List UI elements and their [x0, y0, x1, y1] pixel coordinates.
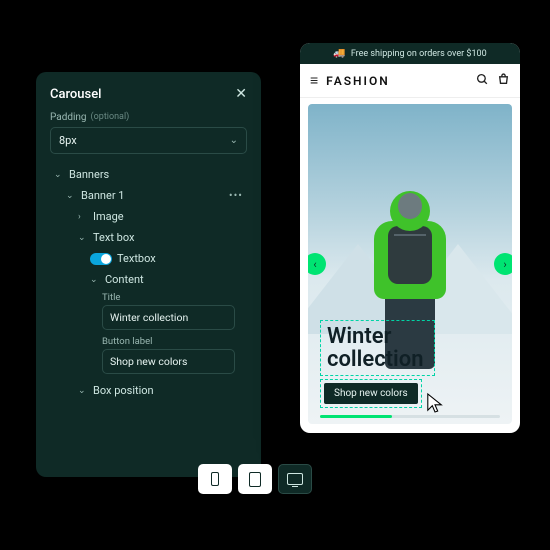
chevron-down-icon: ⌄ — [90, 275, 100, 285]
tree-label: Text box — [93, 231, 134, 244]
tree-label: Content — [105, 273, 144, 286]
padding-label: Padding (optional) — [50, 112, 247, 123]
tree-label: Image — [93, 210, 124, 223]
button-label-input[interactable]: Shop new colors — [102, 349, 235, 374]
phone-icon — [211, 472, 219, 486]
padding-label-text: Padding — [50, 112, 87, 123]
device-tablet-button[interactable] — [238, 464, 272, 494]
tree-label: Banners — [69, 168, 109, 181]
truck-icon: 🚚 — [333, 48, 345, 59]
panel-header: Carousel ✕ — [50, 86, 247, 102]
tree-text-box[interactable]: ⌄ Text box — [50, 227, 247, 248]
device-desktop-button[interactable] — [278, 464, 312, 494]
button-label-field-label: Button label — [102, 336, 247, 347]
tree-label: Textbox — [117, 252, 156, 265]
chevron-down-icon: ⌄ — [78, 386, 88, 396]
mobile-preview: 🚚 Free shipping on orders over $100 ≡ FA… — [300, 43, 520, 433]
tablet-icon — [249, 472, 261, 487]
device-mobile-button[interactable] — [198, 464, 232, 494]
carousel-progress — [320, 415, 500, 418]
chevron-down-icon: ⌄ — [78, 233, 88, 243]
more-icon[interactable]: ••• — [229, 189, 247, 202]
menu-icon[interactable]: ≡ — [310, 72, 318, 89]
title-input[interactable]: Winter collection — [102, 305, 235, 330]
promo-bar: 🚚 Free shipping on orders over $100 — [300, 43, 520, 64]
padding-select[interactable]: 8px ⌄ — [50, 127, 247, 154]
padding-optional-text: (optional) — [91, 112, 130, 123]
site-header: ≡ FASHION — [300, 64, 520, 98]
hero-title-line1: Winter — [327, 324, 391, 349]
hero-cta-button[interactable]: Shop new colors — [324, 383, 418, 404]
textbox-toggle[interactable] — [90, 253, 112, 265]
tree-label: Box position — [93, 384, 154, 397]
tree-label: Banner 1 — [81, 189, 124, 202]
title-field-label: Title — [102, 292, 247, 303]
hero-title: Winter collection — [327, 325, 424, 371]
carousel-next-button[interactable]: › — [494, 253, 512, 275]
tree-box-position[interactable]: ⌄ Box position — [50, 380, 247, 401]
cursor-icon — [426, 392, 444, 414]
close-icon[interactable]: ✕ — [235, 86, 247, 102]
carousel-settings-panel: Carousel ✕ Padding (optional) 8px ⌄ ⌄ Ba… — [36, 72, 261, 477]
chevron-down-icon: ⌄ — [66, 191, 76, 201]
promo-text: Free shipping on orders over $100 — [351, 49, 487, 59]
chevron-down-icon: ⌄ — [230, 135, 238, 146]
settings-tree: ⌄ Banners ⌄ Banner 1 ••• › Image ⌄ Text … — [50, 164, 247, 401]
padding-value: 8px — [59, 134, 77, 147]
tree-textbox-toggle-row: Textbox — [50, 248, 247, 269]
desktop-icon — [287, 473, 303, 485]
tree-content[interactable]: ⌄ Content — [50, 269, 247, 290]
carousel-hero: ‹ › Winter collection Shop new colors — [308, 104, 512, 424]
device-switcher — [198, 464, 312, 494]
panel-title: Carousel — [50, 87, 102, 102]
tree-image[interactable]: › Image — [50, 206, 247, 227]
search-icon[interactable] — [476, 73, 489, 89]
tree-banner-1[interactable]: ⌄ Banner 1 ••• — [50, 185, 247, 206]
chevron-down-icon: ⌄ — [54, 170, 64, 180]
hero-title-line2: collection — [327, 347, 424, 372]
cart-icon[interactable] — [497, 73, 510, 89]
tree-banners[interactable]: ⌄ Banners — [50, 164, 247, 185]
brand-logo: FASHION — [326, 74, 468, 88]
selected-title-box[interactable]: Winter collection — [320, 320, 435, 376]
selected-button-box[interactable]: Shop new colors — [320, 379, 422, 408]
chevron-right-icon: › — [78, 212, 88, 222]
